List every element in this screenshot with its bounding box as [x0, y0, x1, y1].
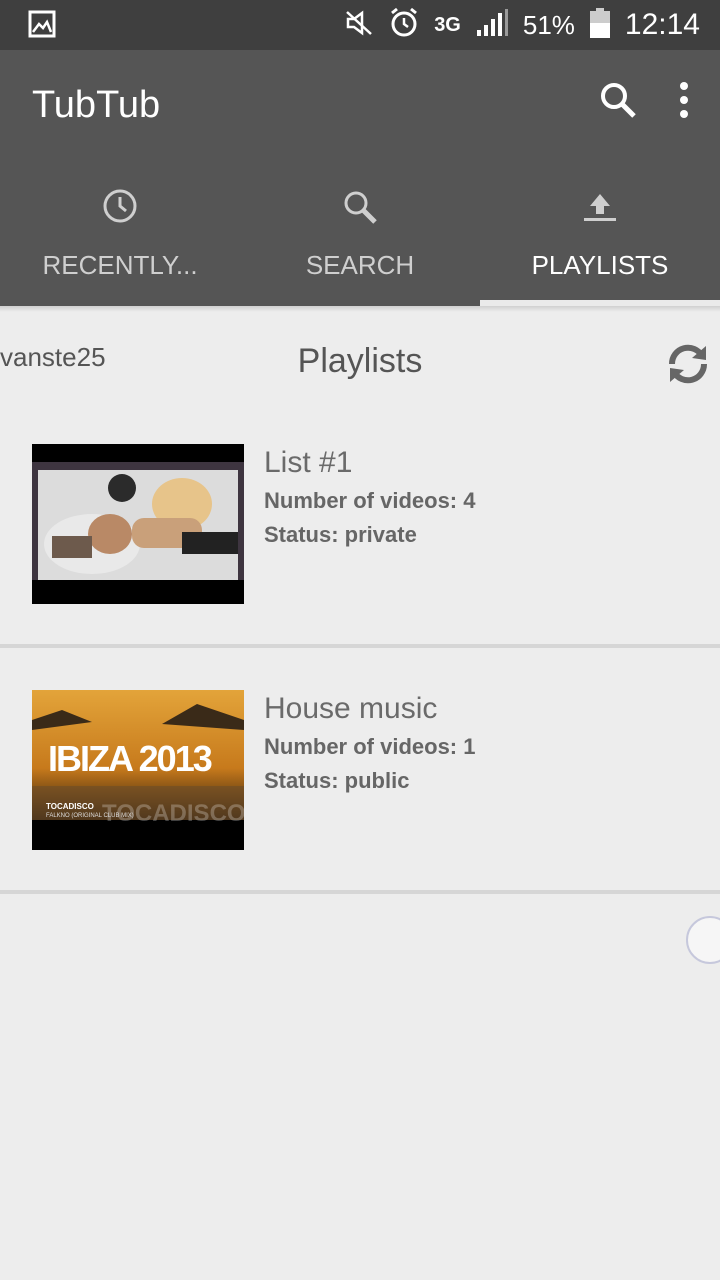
app-bar: TubTub RECENTLY... SEARCH PLAYLISTS: [0, 50, 720, 306]
battery-percent: 51%: [522, 9, 575, 40]
playlist-item[interactable]: List #1 Number of videos: 4 Status: priv…: [0, 444, 720, 684]
upload-icon: [480, 188, 720, 228]
playlist-thumbnail: [32, 444, 244, 604]
playlist-item[interactable]: IBIZA 2013 TOCADISCO TOCADISCO FALKNO (O…: [0, 690, 720, 930]
tab-recently[interactable]: RECENTLY...: [0, 180, 240, 306]
signal-icon: [475, 8, 509, 43]
thumb-title: IBIZA 2013: [48, 738, 213, 779]
playlist-video-count: Number of videos: 1: [264, 734, 476, 759]
playlist-status: Status: private: [264, 522, 417, 547]
refresh-icon[interactable]: [664, 340, 712, 393]
thumb-subtitle: FALKNO (ORIGINAL CLUB MIX): [46, 813, 134, 819]
thumb-artist: TOCADISCO: [46, 802, 94, 811]
tab-playlists[interactable]: PLAYLISTS: [480, 180, 720, 306]
status-bar: 3G 51% 12:14: [0, 0, 720, 50]
playlist-video-count: Number of videos: 4: [264, 488, 476, 513]
loading-indicator: [686, 916, 720, 964]
gallery-notification-icon: [28, 10, 56, 43]
divider: [0, 644, 720, 648]
tab-label: SEARCH: [305, 250, 415, 280]
tab-label: RECENTLY...: [42, 250, 198, 280]
battery-icon: [589, 7, 611, 44]
app-title: TubTub: [32, 84, 161, 126]
tab-label: PLAYLISTS: [531, 250, 669, 280]
tab-search[interactable]: SEARCH: [240, 180, 480, 306]
playlist-name: List #1: [264, 446, 353, 479]
tab-bar: RECENTLY... SEARCH PLAYLISTS: [0, 180, 720, 306]
app-bar-shadow: [0, 306, 720, 312]
search-icon: [240, 188, 480, 228]
more-vert-icon[interactable]: [678, 80, 690, 125]
playlist-thumbnail: IBIZA 2013 TOCADISCO TOCADISCO FALKNO (O…: [32, 690, 244, 850]
playlists-header: vanste25 Playlists: [0, 320, 720, 400]
clock-time: 12:14: [624, 8, 700, 41]
alarm-icon: [388, 7, 420, 44]
mute-icon: [344, 8, 374, 43]
divider: [0, 890, 720, 894]
playlist-name: House music: [264, 692, 438, 725]
network-type: 3G: [434, 13, 461, 36]
playlist-status: Status: public: [264, 768, 410, 793]
page-title: Playlists: [297, 342, 423, 380]
search-icon[interactable]: [598, 80, 638, 125]
clock-icon: [0, 188, 240, 228]
